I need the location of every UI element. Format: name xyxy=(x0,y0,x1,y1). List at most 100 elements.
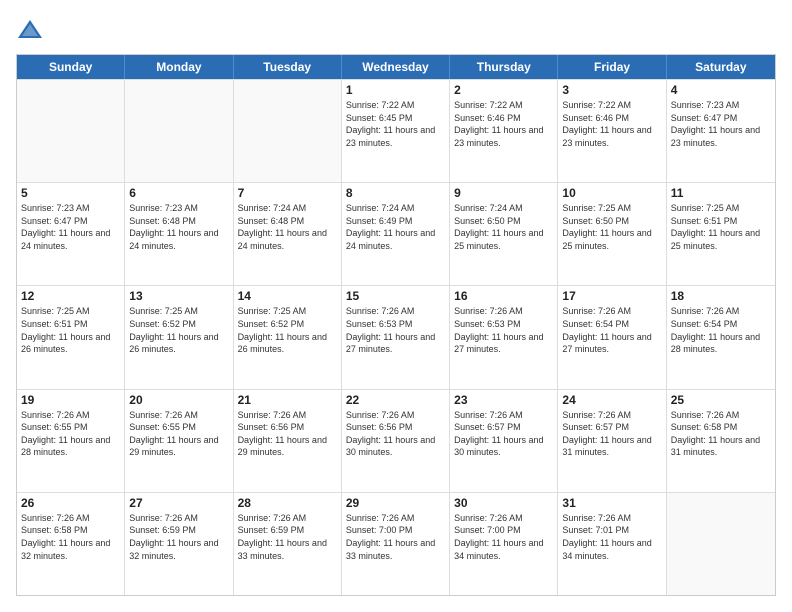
calendar-cell-22: 22 Sunrise: 7:26 AM Sunset: 6:56 PM Dayli… xyxy=(342,390,450,492)
calendar-cell-30: 30 Sunrise: 7:26 AM Sunset: 7:00 PM Dayli… xyxy=(450,493,558,595)
cell-info: Sunrise: 7:26 AM Sunset: 7:01 PM Dayligh… xyxy=(562,512,661,562)
day-number: 2 xyxy=(454,83,553,97)
cell-info: Sunrise: 7:22 AM Sunset: 6:46 PM Dayligh… xyxy=(562,99,661,149)
calendar-cell-24: 24 Sunrise: 7:26 AM Sunset: 6:57 PM Dayli… xyxy=(558,390,666,492)
day-number: 21 xyxy=(238,393,337,407)
day-number: 14 xyxy=(238,289,337,303)
cell-info: Sunrise: 7:26 AM Sunset: 6:54 PM Dayligh… xyxy=(562,305,661,355)
logo xyxy=(16,16,48,44)
calendar-cell-20: 20 Sunrise: 7:26 AM Sunset: 6:55 PM Dayli… xyxy=(125,390,233,492)
cell-info: Sunrise: 7:26 AM Sunset: 6:56 PM Dayligh… xyxy=(346,409,445,459)
cell-info: Sunrise: 7:26 AM Sunset: 6:53 PM Dayligh… xyxy=(454,305,553,355)
day-number: 30 xyxy=(454,496,553,510)
calendar-row-4: 19 Sunrise: 7:26 AM Sunset: 6:55 PM Dayli… xyxy=(17,389,775,492)
header xyxy=(16,16,776,44)
calendar-cell-31: 31 Sunrise: 7:26 AM Sunset: 7:01 PM Dayli… xyxy=(558,493,666,595)
day-number: 27 xyxy=(129,496,228,510)
day-number: 19 xyxy=(21,393,120,407)
cell-info: Sunrise: 7:23 AM Sunset: 6:47 PM Dayligh… xyxy=(671,99,771,149)
calendar-cell-empty xyxy=(234,80,342,182)
header-day-sunday: Sunday xyxy=(17,55,125,79)
cell-info: Sunrise: 7:26 AM Sunset: 7:00 PM Dayligh… xyxy=(454,512,553,562)
calendar-cell-7: 7 Sunrise: 7:24 AM Sunset: 6:48 PM Daylig… xyxy=(234,183,342,285)
calendar-cell-23: 23Sunrise: 7:26 AM Sunset: 6:57 PM Dayli… xyxy=(450,390,558,492)
day-number: 25 xyxy=(671,393,771,407)
cell-info: Sunrise: 7:22 AM Sunset: 6:46 PM Dayligh… xyxy=(454,99,553,149)
calendar-cell-12: 12 Sunrise: 7:25 AM Sunset: 6:51 PM Dayli… xyxy=(17,286,125,388)
cell-info: Sunrise: 7:26 AM Sunset: 6:58 PM Dayligh… xyxy=(21,512,120,562)
day-number: 24 xyxy=(562,393,661,407)
calendar-cell-28: 28Sunrise: 7:26 AM Sunset: 6:59 PM Dayli… xyxy=(234,493,342,595)
cell-info: Sunrise: 7:26 AM Sunset: 7:00 PM Dayligh… xyxy=(346,512,445,562)
calendar-cell-15: 15 Sunrise: 7:26 AM Sunset: 6:53 PM Dayli… xyxy=(342,286,450,388)
calendar: SundayMondayTuesdayWednesdayThursdayFrid… xyxy=(16,54,776,596)
calendar-header: SundayMondayTuesdayWednesdayThursdayFrid… xyxy=(17,55,775,79)
calendar-row-2: 5 Sunrise: 7:23 AM Sunset: 6:47 PM Daylig… xyxy=(17,182,775,285)
calendar-cell-19: 19 Sunrise: 7:26 AM Sunset: 6:55 PM Dayli… xyxy=(17,390,125,492)
day-number: 4 xyxy=(671,83,771,97)
cell-info: Sunrise: 7:23 AM Sunset: 6:47 PM Dayligh… xyxy=(21,202,120,252)
calendar-cell-empty xyxy=(125,80,233,182)
calendar-cell-17: 17 Sunrise: 7:26 AM Sunset: 6:54 PM Dayli… xyxy=(558,286,666,388)
cell-info: Sunrise: 7:25 AM Sunset: 6:52 PM Dayligh… xyxy=(129,305,228,355)
day-number: 8 xyxy=(346,186,445,200)
calendar-cell-empty xyxy=(667,493,775,595)
cell-info: Sunrise: 7:24 AM Sunset: 6:49 PM Dayligh… xyxy=(346,202,445,252)
day-number: 3 xyxy=(562,83,661,97)
header-day-wednesday: Wednesday xyxy=(342,55,450,79)
day-number: 18 xyxy=(671,289,771,303)
calendar-cell-1: 1Sunrise: 7:22 AM Sunset: 6:45 PM Daylig… xyxy=(342,80,450,182)
cell-info: Sunrise: 7:26 AM Sunset: 6:55 PM Dayligh… xyxy=(129,409,228,459)
day-number: 12 xyxy=(21,289,120,303)
calendar-cell-16: 16 Sunrise: 7:26 AM Sunset: 6:53 PM Dayli… xyxy=(450,286,558,388)
cell-info: Sunrise: 7:26 AM Sunset: 6:58 PM Dayligh… xyxy=(671,409,771,459)
calendar-cell-18: 18 Sunrise: 7:26 AM Sunset: 6:54 PM Dayli… xyxy=(667,286,775,388)
cell-info: Sunrise: 7:26 AM Sunset: 6:55 PM Dayligh… xyxy=(21,409,120,459)
calendar-cell-14: 14 Sunrise: 7:25 AM Sunset: 6:52 PM Dayli… xyxy=(234,286,342,388)
cell-info: Sunrise: 7:25 AM Sunset: 6:51 PM Dayligh… xyxy=(671,202,771,252)
cell-info: Sunrise: 7:25 AM Sunset: 6:50 PM Dayligh… xyxy=(562,202,661,252)
calendar-cell-11: 11 Sunrise: 7:25 AM Sunset: 6:51 PM Dayli… xyxy=(667,183,775,285)
day-number: 10 xyxy=(562,186,661,200)
day-number: 9 xyxy=(454,186,553,200)
calendar-cell-9: 9 Sunrise: 7:24 AM Sunset: 6:50 PM Daylig… xyxy=(450,183,558,285)
cell-info: Sunrise: 7:26 AM Sunset: 6:56 PM Dayligh… xyxy=(238,409,337,459)
calendar-cell-5: 5 Sunrise: 7:23 AM Sunset: 6:47 PM Daylig… xyxy=(17,183,125,285)
day-number: 28 xyxy=(238,496,337,510)
cell-info: Sunrise: 7:26 AM Sunset: 6:57 PM Dayligh… xyxy=(454,409,553,459)
day-number: 5 xyxy=(21,186,120,200)
calendar-cell-4: 4 Sunrise: 7:23 AM Sunset: 6:47 PM Daylig… xyxy=(667,80,775,182)
cell-info: Sunrise: 7:23 AM Sunset: 6:48 PM Dayligh… xyxy=(129,202,228,252)
calendar-cell-6: 6Sunrise: 7:23 AM Sunset: 6:48 PM Daylig… xyxy=(125,183,233,285)
calendar-cell-26: 26Sunrise: 7:26 AM Sunset: 6:58 PM Dayli… xyxy=(17,493,125,595)
calendar-cell-10: 10 Sunrise: 7:25 AM Sunset: 6:50 PM Dayli… xyxy=(558,183,666,285)
cell-info: Sunrise: 7:26 AM Sunset: 6:59 PM Dayligh… xyxy=(129,512,228,562)
day-number: 11 xyxy=(671,186,771,200)
page: SundayMondayTuesdayWednesdayThursdayFrid… xyxy=(0,0,792,612)
cell-info: Sunrise: 7:24 AM Sunset: 6:48 PM Dayligh… xyxy=(238,202,337,252)
cell-info: Sunrise: 7:22 AM Sunset: 6:45 PM Dayligh… xyxy=(346,99,445,149)
cell-info: Sunrise: 7:24 AM Sunset: 6:50 PM Dayligh… xyxy=(454,202,553,252)
calendar-body: 1Sunrise: 7:22 AM Sunset: 6:45 PM Daylig… xyxy=(17,79,775,595)
cell-info: Sunrise: 7:26 AM Sunset: 6:53 PM Dayligh… xyxy=(346,305,445,355)
day-number: 7 xyxy=(238,186,337,200)
calendar-cell-21: 21 Sunrise: 7:26 AM Sunset: 6:56 PM Dayli… xyxy=(234,390,342,492)
calendar-cell-8: 8 Sunrise: 7:24 AM Sunset: 6:49 PM Daylig… xyxy=(342,183,450,285)
cell-info: Sunrise: 7:25 AM Sunset: 6:52 PM Dayligh… xyxy=(238,305,337,355)
day-number: 20 xyxy=(129,393,228,407)
header-day-monday: Monday xyxy=(125,55,233,79)
cell-info: Sunrise: 7:25 AM Sunset: 6:51 PM Dayligh… xyxy=(21,305,120,355)
day-number: 29 xyxy=(346,496,445,510)
day-number: 31 xyxy=(562,496,661,510)
day-number: 13 xyxy=(129,289,228,303)
day-number: 17 xyxy=(562,289,661,303)
header-day-thursday: Thursday xyxy=(450,55,558,79)
calendar-cell-27: 27 Sunrise: 7:26 AM Sunset: 6:59 PM Dayli… xyxy=(125,493,233,595)
calendar-cell-3: 3 Sunrise: 7:22 AM Sunset: 6:46 PM Daylig… xyxy=(558,80,666,182)
cell-info: Sunrise: 7:26 AM Sunset: 6:54 PM Dayligh… xyxy=(671,305,771,355)
day-number: 22 xyxy=(346,393,445,407)
day-number: 15 xyxy=(346,289,445,303)
cell-info: Sunrise: 7:26 AM Sunset: 6:57 PM Dayligh… xyxy=(562,409,661,459)
day-number: 16 xyxy=(454,289,553,303)
calendar-cell-empty xyxy=(17,80,125,182)
